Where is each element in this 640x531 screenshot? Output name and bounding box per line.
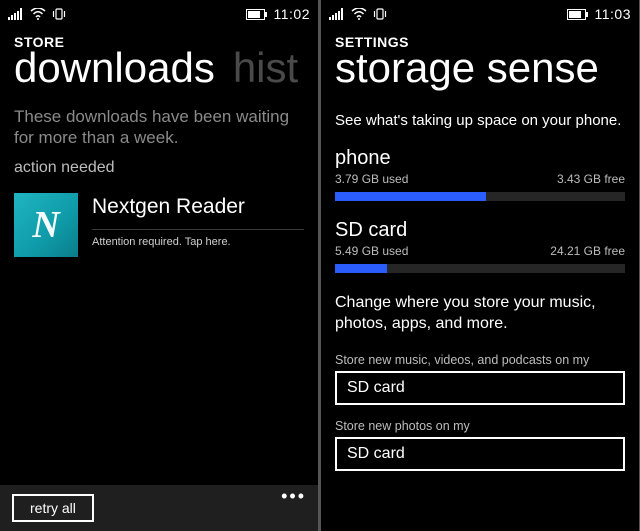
photos-location-label: Store new photos on my	[335, 419, 625, 433]
storage-name: SD card	[335, 219, 625, 242]
storage-bar-fill	[335, 264, 387, 273]
download-item[interactable]: N Nextgen Reader Attention required. Tap…	[14, 193, 304, 257]
tab-downloads[interactable]: downloads	[14, 44, 215, 92]
photos-location-select[interactable]: SD card	[335, 437, 625, 471]
vibrate-icon	[52, 8, 66, 20]
pivot[interactable]: downloads hist	[0, 44, 318, 92]
more-icon[interactable]: •••	[281, 492, 306, 501]
divider	[92, 229, 304, 230]
wifi-icon	[351, 8, 367, 20]
signal-icon	[8, 8, 24, 20]
retry-all-button[interactable]: retry all	[12, 494, 94, 522]
phone-storage[interactable]: phone 3.79 GB used 3.43 GB free	[335, 147, 625, 201]
page-title: storage sense	[335, 44, 599, 92]
status-bar: 11:03	[321, 0, 639, 26]
app-name: Nextgen Reader	[92, 195, 304, 219]
used-label: 3.79 GB used	[335, 172, 408, 186]
pivot: storage sense	[321, 44, 639, 92]
storage-sense-screen: 11:03 SETTINGS storage sense See what's …	[321, 0, 639, 531]
storage-bar-fill	[335, 192, 486, 201]
attention-text[interactable]: Attention required. Tap here.	[92, 236, 304, 248]
battery-icon	[246, 9, 268, 20]
sd-storage[interactable]: SD card 5.49 GB used 24.21 GB free	[335, 219, 625, 273]
battery-icon	[567, 9, 589, 20]
media-location-select[interactable]: SD card	[335, 371, 625, 405]
free-label: 3.43 GB free	[557, 172, 625, 186]
waiting-message: These downloads have been waiting for mo…	[14, 106, 304, 149]
media-location-label: Store new music, videos, and podcasts on…	[335, 353, 625, 367]
storage-name: phone	[335, 147, 625, 170]
wifi-icon	[30, 8, 46, 20]
appbar: retry all •••	[0, 485, 318, 531]
app-icon: N	[14, 193, 78, 257]
action-needed-label: action needed	[14, 159, 304, 177]
free-label: 24.21 GB free	[550, 244, 625, 258]
tab-history[interactable]: hist	[233, 44, 298, 92]
storage-bar	[335, 192, 625, 201]
signal-icon	[329, 8, 345, 20]
store-downloads-screen: 11:02 STORE downloads hist These downloa…	[0, 0, 318, 531]
change-description: Change where you store your music, photo…	[335, 293, 625, 335]
clock: 11:03	[595, 6, 632, 22]
clock: 11:02	[274, 6, 311, 22]
storage-bar	[335, 264, 625, 273]
used-label: 5.49 GB used	[335, 244, 408, 258]
description: See what's taking up space on your phone…	[335, 112, 625, 129]
vibrate-icon	[373, 8, 387, 20]
status-bar: 11:02	[0, 0, 318, 26]
